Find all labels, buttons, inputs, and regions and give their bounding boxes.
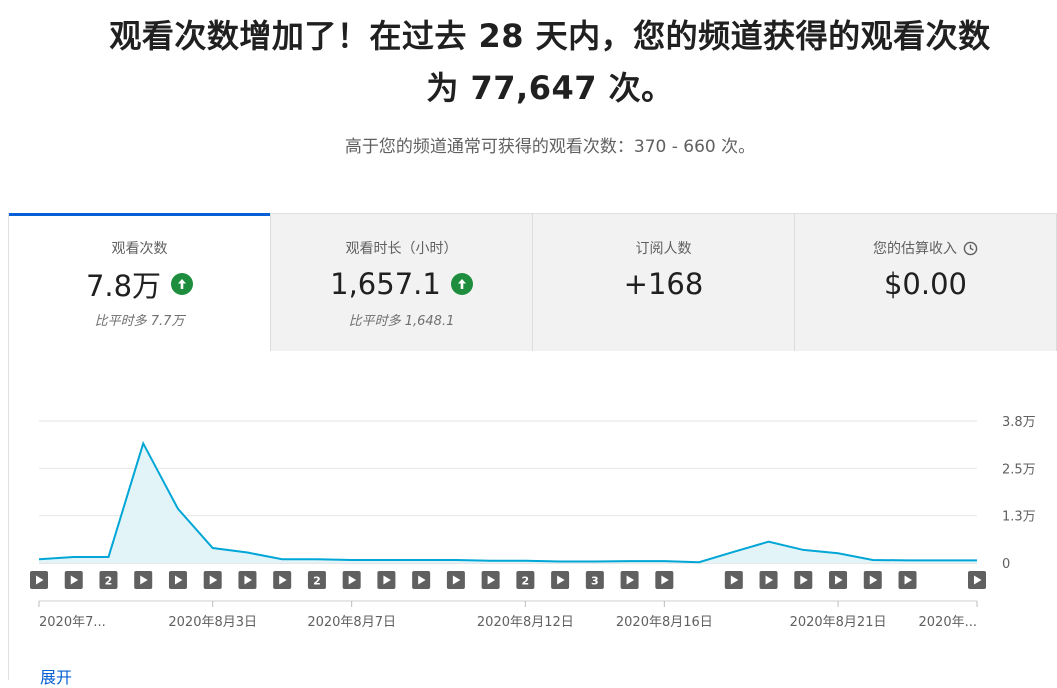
video-marker[interactable] [64, 571, 83, 589]
x-tick-label: 2020年8月7日 [307, 615, 396, 630]
headline-subtext: 高于您的频道通常可获得的观看次数：370 - 660 次。 [344, 137, 756, 157]
metric-value: +168 [623, 267, 704, 301]
video-marker[interactable] [30, 571, 48, 589]
metric-value: 7.8万 [85, 269, 162, 303]
metric-label: 订阅人数 [635, 241, 692, 257]
metric-card-subscribers[interactable]: 订阅人数 +168 [533, 214, 795, 352]
metric-value: 1,657.1 [330, 267, 441, 301]
video-marker[interactable] [446, 571, 465, 589]
video-marker[interactable] [377, 571, 396, 589]
x-tick-label: 2020年... [919, 615, 977, 630]
x-tick-label: 2020年8月3日 [168, 615, 257, 630]
video-marker[interactable] [655, 571, 674, 589]
metric-label: 观看时长（小时） [345, 241, 458, 257]
headline: 观看次数增加了！在过去 28 天内，您的频道获得的观看次数 为 77,647 次… [0, 10, 1057, 114]
x-tick-label: 2020年8月16日 [616, 615, 713, 630]
y-tick-label: 0 [1002, 557, 1010, 572]
y-tick-label: 3.8万 [1002, 415, 1036, 430]
video-marker[interactable] [620, 571, 639, 589]
metric-comparison: 比平时多 1,648.1 [348, 314, 455, 329]
metric-value: $0.00 [883, 267, 968, 301]
views-chart-svg: 0 1.3万 2.5万 3.8万 2 2 2 3 2020年7... 2020年8月3日 2020年… [30, 415, 1036, 630]
arrow-up-icon [171, 273, 194, 295]
video-count-label: 2 [313, 575, 321, 588]
metric-card-watch-time[interactable]: 观看时长（小时） 1,657.1 比平时多 1,648.1 [271, 214, 533, 352]
x-tick-label: 2020年7... [39, 615, 106, 630]
video-marker[interactable] [168, 571, 187, 589]
views-chart: 0 1.3万 2.5万 3.8万 2 2 2 3 2020年7... 2020年8月3日 2020年… [8, 351, 1057, 680]
video-count-label: 2 [105, 575, 113, 588]
video-group-marker[interactable]: 3 [585, 571, 604, 589]
video-marker[interactable] [829, 571, 848, 589]
metric-cards: 观看次数 7.8万 比平时多 7.7万 观看时长（小时） 1,657.1 比平时… [8, 213, 1057, 352]
video-marker[interactable] [238, 571, 257, 589]
video-marker[interactable] [724, 571, 743, 589]
video-marker[interactable] [203, 571, 222, 589]
expand-link[interactable]: 展开 [40, 664, 72, 688]
video-marker[interactable] [412, 571, 431, 589]
metric-label: 您的估算收入 [873, 241, 957, 257]
metric-card-views[interactable]: 观看次数 7.8万 比平时多 7.7万 [8, 213, 271, 352]
metric-comparison [533, 310, 794, 328]
video-marker[interactable] [342, 571, 361, 589]
metric-comparison [795, 310, 1056, 328]
arrow-up-icon [450, 273, 473, 295]
video-group-marker[interactable]: 2 [99, 571, 118, 589]
video-marker[interactable] [481, 571, 500, 589]
video-count-label: 3 [591, 575, 599, 588]
metric-card-revenue[interactable]: 您的估算收入 $0.00 [795, 214, 1057, 352]
video-marker[interactable] [759, 571, 778, 589]
headline-line-1: 观看次数增加了！在过去 28 天内，您的频道获得的观看次数 [109, 17, 991, 55]
metric-label: 观看次数 [111, 241, 168, 257]
metric-comparison: 比平时多 7.7万 [94, 314, 185, 329]
video-marker[interactable] [134, 571, 153, 589]
x-tick-label: 2020年8月12日 [477, 615, 574, 630]
video-group-marker[interactable]: 2 [307, 571, 326, 589]
y-tick-label: 1.3万 [1002, 510, 1036, 525]
video-marker[interactable] [968, 571, 986, 589]
video-marker[interactable] [273, 571, 292, 589]
clock-icon[interactable] [963, 241, 978, 256]
video-group-marker[interactable]: 2 [516, 571, 535, 589]
y-tick-label: 2.5万 [1002, 462, 1036, 477]
headline-line-2: 为 77,647 次。 [426, 69, 674, 107]
video-count-label: 2 [522, 575, 530, 588]
video-marker[interactable] [551, 571, 570, 589]
video-marker[interactable] [794, 571, 813, 589]
x-tick-label: 2020年8月21日 [790, 615, 887, 630]
video-marker[interactable] [863, 571, 882, 589]
area-fill [39, 443, 977, 563]
video-marker[interactable] [898, 571, 917, 589]
